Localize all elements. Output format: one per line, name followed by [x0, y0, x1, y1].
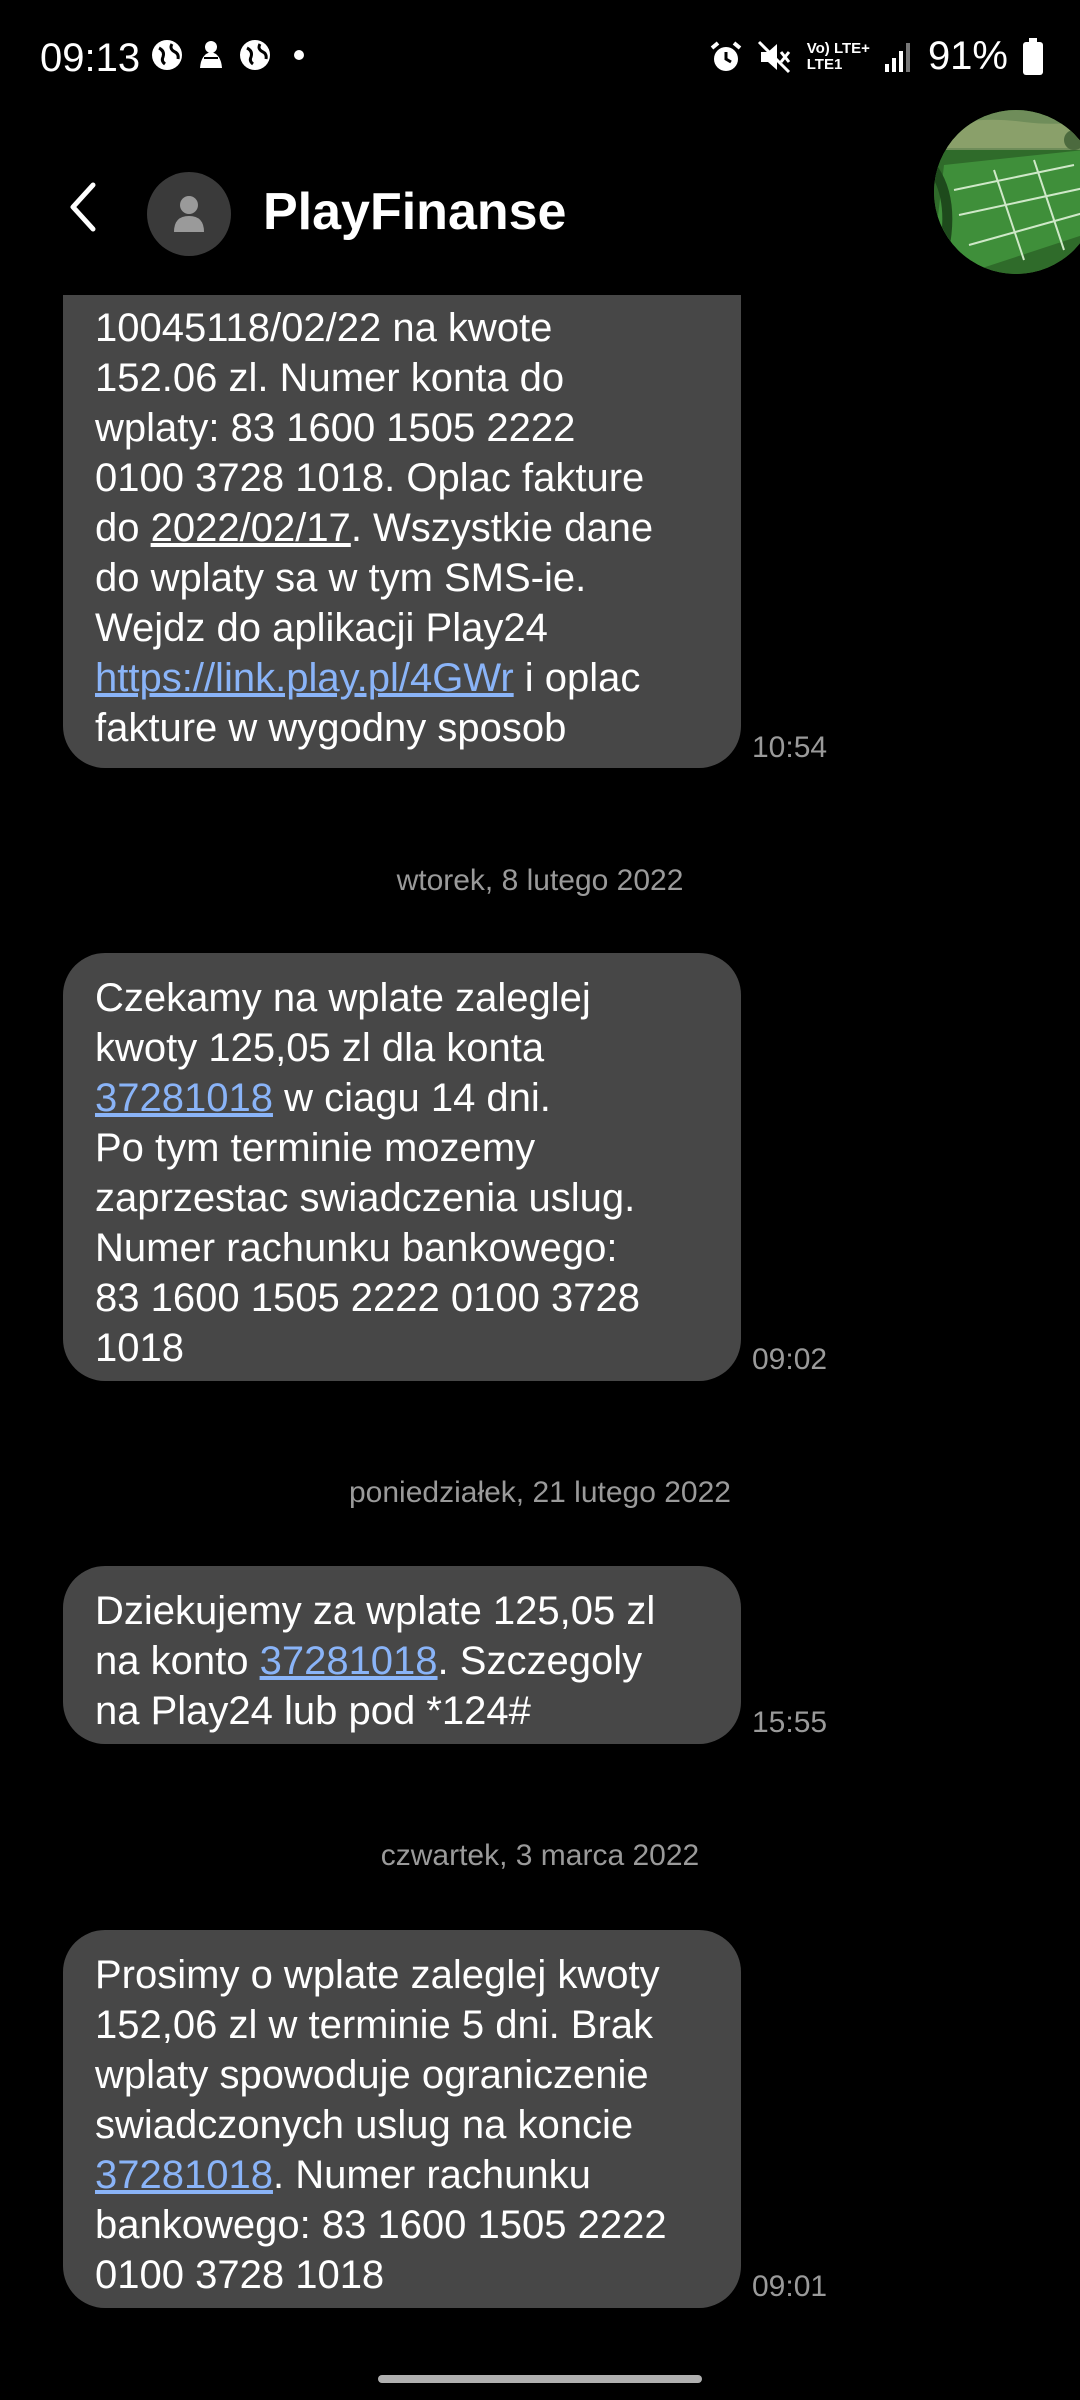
contact-avatar[interactable] [147, 172, 231, 256]
message-line: wplaty spowoduje ograniczenie [95, 2053, 649, 2097]
status-bar: 09:13 Vo) LTE+ LTE1 91% [0, 0, 1080, 120]
date-link[interactable]: 2022/02/17 [151, 506, 351, 550]
message-bubble[interactable]: Prosimy o wplate zaleglej kwoty 152,06 z… [63, 1930, 741, 2308]
message-text: i oplac [513, 656, 641, 700]
back-button[interactable] [48, 172, 118, 242]
message-time: 15:55 [752, 1706, 828, 1739]
more-notifications-dot [294, 50, 304, 60]
date-separator: czwartek, 3 marca 2022 [380, 1839, 700, 1872]
message-text: . Szczegoly [437, 1639, 643, 1683]
message-time: 09:01 [752, 2270, 828, 2303]
message-line: 83 1600 1505 2222 0100 3728 [95, 1276, 640, 1320]
battery-icon [1023, 37, 1043, 75]
message-text: . Numer rachunku [272, 2153, 591, 2197]
message-line: Wejdz do aplikacji Play24 [95, 606, 548, 650]
alarm-icon [710, 40, 742, 71]
message-line: fakture w wygodny sposob [95, 706, 567, 750]
message-line: Czekamy na wplate zaleglej [95, 976, 591, 1020]
message-bubble[interactable]: 10045118/02/22 na kwote 152.06 zl. Numer… [63, 230, 741, 768]
message-line: 0100 3728 1018. Oplac fakture [95, 456, 645, 500]
message-text: na konto [95, 1639, 260, 1683]
account-link[interactable]: 37281018 [95, 1076, 273, 1120]
message-line: swiadczonych uslug na koncie [95, 2103, 634, 2147]
message-line: 10045118/02/22 na kwote [95, 306, 553, 350]
signal-icon [884, 42, 910, 72]
url-link[interactable]: https://link.play.pl/4GWr [95, 656, 514, 700]
message-line: do 2022/02/17. Wszystkie dane [95, 503, 709, 553]
date-separator: wtorek, 8 lutego 2022 [396, 864, 684, 897]
message-text: w ciagu 14 dni. [272, 1076, 551, 1120]
message-line: Dziekujemy za wplate 125,05 zl [95, 1589, 656, 1633]
message-text: do [95, 506, 151, 550]
message-text: . Wszystkie dane [350, 506, 654, 550]
message-line: 0100 3728 1018 [95, 2253, 385, 2297]
person-icon [174, 196, 204, 232]
battery-percent: 91% [927, 34, 1008, 78]
account-link[interactable]: 37281018 [95, 2153, 273, 2197]
account-link[interactable]: 37281018 [260, 1639, 438, 1683]
message-line: na Play24 lub pod *124# [95, 1689, 531, 1733]
message-line: Numer rachunku bankowego: [95, 1226, 618, 1270]
globe-icon [240, 40, 270, 70]
message-line: 37281018 w ciagu 14 dni. [95, 1073, 709, 1123]
message-time: 10:54 [752, 731, 828, 764]
message-line: 37281018. Numer rachunku [95, 2150, 709, 2200]
status-time: 09:13 [40, 36, 141, 80]
lte-top-label: Vo) LTE+ [806, 39, 870, 57]
network-type: Vo) LTE+ LTE1 [806, 39, 870, 73]
message-line: Po tym terminie mozemy [95, 1126, 536, 1170]
mute-icon [757, 40, 790, 73]
back-arrow-icon [70, 182, 96, 232]
notification-icons [150, 38, 304, 72]
message-bubble[interactable]: Dziekujemy za wplate 125,05 zl na konto … [63, 1566, 741, 1744]
contact-name[interactable]: PlayFinanse [263, 182, 566, 242]
home-indicator[interactable] [378, 2375, 702, 2383]
message-line: 152.06 zl. Numer konta do [95, 356, 565, 400]
message-line: Prosimy o wplate zaleglej kwoty [95, 1953, 660, 1997]
message-line: wplaty: 83 1600 1505 2222 [95, 406, 576, 450]
message-bubble[interactable]: Czekamy na wplate zaleglej kwoty 125,05 … [63, 953, 741, 1381]
message-line: zaprzestac swiadczenia uslug. [95, 1176, 636, 1220]
message-line: 1018 [95, 1326, 184, 1370]
system-icons: Vo) LTE+ LTE1 91% [709, 34, 1044, 79]
app-notification-icon [200, 41, 222, 68]
message-line: do wplaty sa w tym SMS-ie. [95, 556, 587, 600]
message-line: 152,06 zl w terminie 5 dni. Brak [95, 2003, 654, 2047]
date-separator: poniedziałek, 21 lutego 2022 [349, 1476, 731, 1509]
message-line: https://link.play.pl/4GWr i oplac [95, 653, 709, 703]
message-time: 09:02 [752, 1343, 828, 1376]
message-line: kwoty 125,05 zl dla konta [95, 1026, 545, 1070]
lte-bottom-label: LTE1 [806, 55, 843, 73]
message-line: bankowego: 83 1600 1505 2222 [95, 2203, 667, 2247]
message-line: na konto 37281018. Szczegoly [95, 1636, 709, 1686]
globe-icon [152, 40, 182, 70]
conversation-header: PlayFinanse [0, 130, 1080, 295]
